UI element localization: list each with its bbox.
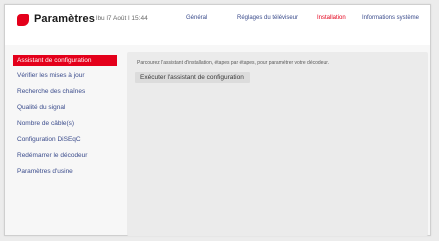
page-title: Paramètres	[34, 13, 95, 25]
tab-general[interactable]: Général	[186, 15, 207, 21]
run-setup-assistant-button[interactable]: Exécuter l'assistant de configuration	[135, 72, 250, 83]
header: Paramètres lbu l7 Août l 15:44 Général R…	[5, 5, 430, 45]
sidebar-item-signal-quality[interactable]: Qualité du signal	[13, 102, 117, 113]
setup-description: Parcourez l'assistant d'installation, ét…	[137, 60, 330, 66]
sidebar-item-cable-count[interactable]: Nombre de câble(s)	[13, 118, 117, 129]
sidebar-item-channel-search[interactable]: Recherche des chaînes	[13, 86, 117, 97]
sidebar-item-factory-settings[interactable]: Paramètres d'usine	[13, 166, 117, 177]
sidebar-item-setup-assistant[interactable]: Assistant de configuration	[13, 55, 117, 66]
sidebar-item-restart-decoder[interactable]: Redémarrer le décodeur	[13, 150, 117, 161]
date-time: lbu l7 Août l 15:44	[96, 15, 148, 22]
tab-tv-settings[interactable]: Réglages du téléviseur	[237, 15, 298, 21]
settings-window: Paramètres lbu l7 Août l 15:44 Général R…	[4, 4, 431, 236]
content-panel: Parcourez l'assistant d'installation, ét…	[127, 52, 428, 236]
brand-logo-icon	[17, 14, 29, 26]
tab-installation[interactable]: Installation	[317, 15, 346, 21]
sidebar-menu: Assistant de configuration Vérifier les …	[13, 51, 117, 231]
sidebar-item-diseqc-config[interactable]: Configuration DiSEqC	[13, 134, 117, 145]
sidebar-item-check-updates[interactable]: Vérifier les mises à jour	[13, 70, 117, 81]
tab-system-info[interactable]: Informations système	[362, 15, 419, 21]
